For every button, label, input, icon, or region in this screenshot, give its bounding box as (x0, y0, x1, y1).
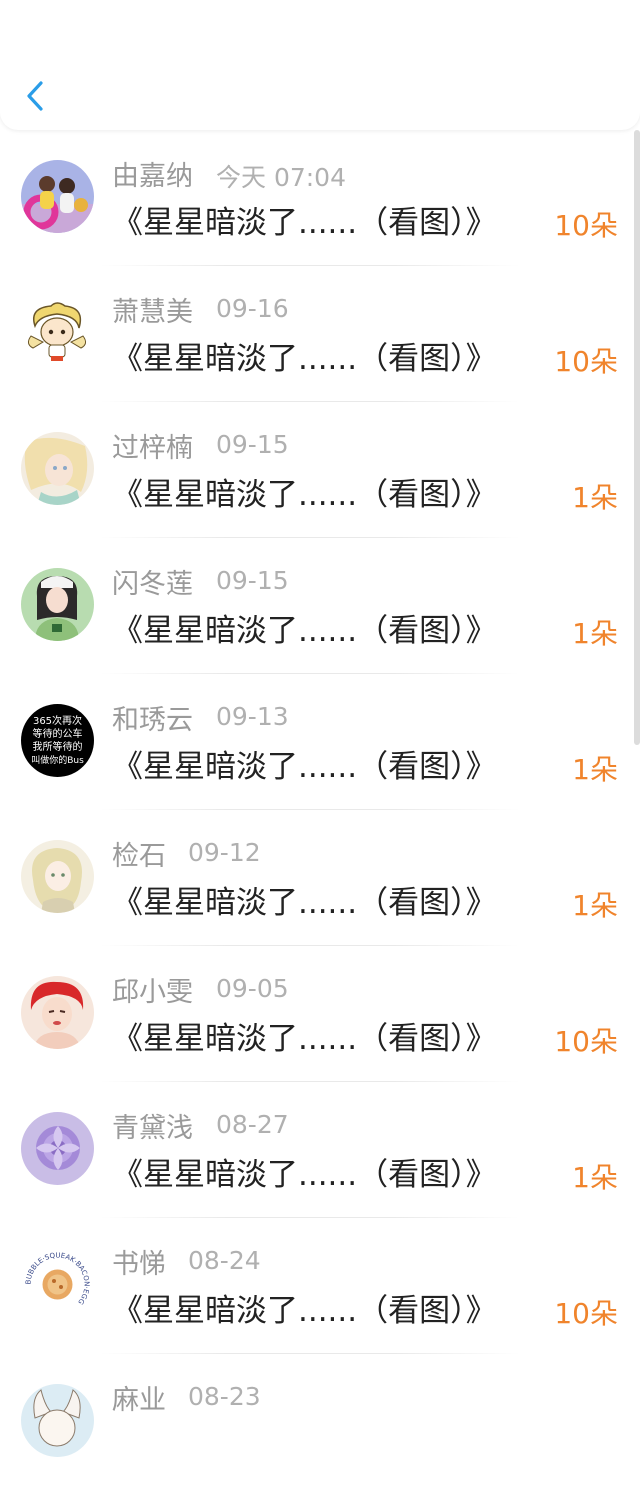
timestamp: 09-13 (216, 702, 289, 731)
list-item[interactable]: 闪冬莲 09-15 《星星暗淡了......（看图）》 1朵 (0, 538, 640, 674)
flower-count: 10朵 (554, 345, 618, 378)
list-item[interactable]: 麻业 08-23 (0, 1354, 640, 1490)
avatar[interactable] (21, 296, 94, 369)
sender-name: 和琇云 (112, 705, 193, 736)
article-title[interactable]: 《星星暗淡了......（看图）》 (112, 741, 497, 786)
timestamp: 09-16 (216, 294, 289, 323)
avatar[interactable] (21, 976, 94, 1049)
avatar-text: 等待的公车 (33, 727, 83, 740)
flower-count: 1朵 (572, 481, 618, 514)
flower-count: 10朵 (554, 1025, 618, 1058)
avatar[interactable] (21, 432, 94, 505)
flower-count: 1朵 (572, 617, 618, 650)
sender-name: 过梓楠 (112, 433, 193, 464)
timestamp: 09-15 (216, 566, 289, 595)
sender-name: 麻业 (112, 1385, 166, 1416)
article-title[interactable]: 《星星暗淡了......（看图）》 (112, 197, 497, 242)
scrollbar[interactable] (634, 130, 640, 745)
chevron-left-icon (27, 81, 43, 111)
sender-name: 闪冬莲 (112, 569, 193, 600)
timestamp: 09-05 (216, 974, 289, 1003)
gift-list: 由嘉纳 今天 07:04 《星星暗淡了......（看图）》 10朵 萧慧美 0… (0, 130, 640, 1490)
flower-count: 10朵 (554, 1297, 618, 1330)
list-item[interactable]: 萧慧美 09-16 《星星暗淡了......（看图）》 10朵 (0, 266, 640, 402)
list-item[interactable]: 365次再次 等待的公车 我所等待的 叫做你的Bus 和琇云 09-13 《星星… (0, 674, 640, 810)
flower-count: 1朵 (572, 889, 618, 922)
flower-count: 1朵 (572, 1161, 618, 1194)
timestamp: 08-27 (216, 1110, 289, 1139)
avatar-text: 365次再次 (33, 714, 82, 727)
article-title[interactable]: 《星星暗淡了......（看图）》 (112, 877, 497, 922)
flower-count: 1朵 (572, 753, 618, 786)
top-bar (0, 0, 640, 130)
timestamp: 08-23 (188, 1382, 261, 1411)
list-item[interactable]: 由嘉纳 今天 07:04 《星星暗淡了......（看图）》 10朵 (0, 130, 640, 266)
avatar[interactable] (21, 160, 94, 233)
avatar[interactable]: 365次再次 等待的公车 我所等待的 叫做你的Bus (21, 704, 94, 777)
list-item[interactable]: 检石 09-12 《星星暗淡了......（看图）》 1朵 (0, 810, 640, 946)
list-item[interactable]: 青黛浅 08-27 《星星暗淡了......（看图）》 1朵 (0, 1082, 640, 1218)
avatar[interactable] (21, 1384, 94, 1457)
list-item[interactable]: BUBBLE·SQUEAK·BACON·EGG 书悌 08-24 《星星暗淡了.… (0, 1218, 640, 1354)
avatar[interactable] (21, 840, 94, 913)
avatar[interactable] (21, 568, 94, 641)
sender-name: 萧慧美 (112, 297, 193, 328)
sender-name: 检石 (112, 841, 166, 872)
timestamp: 今天 07:04 (216, 163, 346, 192)
sender-name: 青黛浅 (112, 1113, 193, 1144)
avatar-text: 我所等待的 (33, 740, 83, 753)
flower-count: 10朵 (554, 209, 618, 242)
back-button[interactable] (18, 74, 52, 118)
timestamp: 08-24 (188, 1246, 261, 1275)
timestamp: 09-12 (188, 838, 261, 867)
article-title[interactable]: 《星星暗淡了......（看图）》 (112, 605, 497, 650)
list-item[interactable]: 过梓楠 09-15 《星星暗淡了......（看图）》 1朵 (0, 402, 640, 538)
article-title[interactable]: 《星星暗淡了......（看图）》 (112, 1285, 497, 1330)
article-title[interactable]: 《星星暗淡了......（看图）》 (112, 333, 497, 378)
list-item[interactable]: 邱小雯 09-05 《星星暗淡了......（看图）》 10朵 (0, 946, 640, 1082)
article-title[interactable]: 《星星暗淡了......（看图）》 (112, 1013, 497, 1058)
sender-name: 邱小雯 (112, 977, 193, 1008)
sender-name: 书悌 (112, 1249, 166, 1280)
sender-name: 由嘉纳 (112, 161, 193, 192)
avatar[interactable]: BUBBLE·SQUEAK·BACON·EGG (21, 1248, 94, 1321)
timestamp: 09-15 (216, 430, 289, 459)
article-title[interactable]: 《星星暗淡了......（看图）》 (112, 1149, 497, 1194)
avatar[interactable] (21, 1112, 94, 1185)
article-title[interactable]: 《星星暗淡了......（看图）》 (112, 469, 497, 514)
avatar-text: 叫做你的Bus (31, 754, 84, 766)
